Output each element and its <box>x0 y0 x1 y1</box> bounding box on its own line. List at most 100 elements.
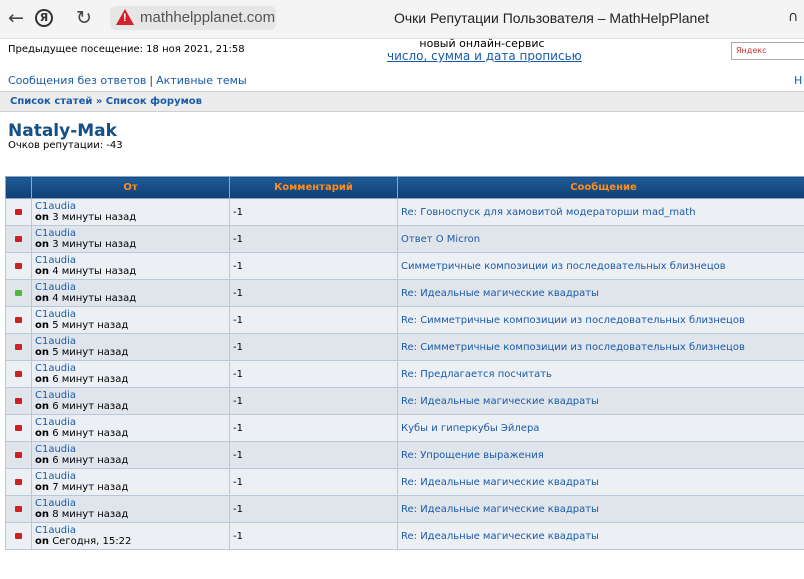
table-row: C1audia on 7 минут назад -1 Re: Идеальные м… <box>5 468 804 496</box>
negative-vote-icon <box>15 478 22 485</box>
breadcrumb-bar: Список статей » Список форумов <box>0 91 804 112</box>
from-cell: C1audia on Сегодня, 15:22 <box>31 522 230 550</box>
message-link[interactable]: Ответ O Micron <box>401 234 480 245</box>
negative-vote-icon <box>15 424 22 431</box>
from-user-link[interactable]: C1audia <box>35 390 226 401</box>
from-cell: C1audia on 5 минут назад <box>31 306 230 334</box>
table-row: C1audia on 5 минут назад -1 Re: Симметричны… <box>5 306 804 334</box>
right-edge-link[interactable]: Н <box>794 74 802 87</box>
address-url[interactable]: mathhelpplanet.com <box>140 9 275 26</box>
message-link[interactable]: Re: Симметричные композиции из последова… <box>401 315 745 326</box>
message-cell: Re: Идеальные магические квадраты <box>397 468 804 496</box>
headphones-icon[interactable]: ∩ <box>788 9 798 25</box>
comment-cell: -1 <box>229 414 398 442</box>
comment-cell: -1 <box>229 495 398 523</box>
message-link[interactable]: Re: Упрощение выражения <box>401 450 544 461</box>
comment-cell: -1 <box>229 279 398 307</box>
from-user-link[interactable]: C1audia <box>35 282 226 293</box>
message-cell: Re: Идеальные магические квадраты <box>397 495 804 523</box>
from-user-link[interactable]: C1audia <box>35 525 226 536</box>
unanswered-posts-link[interactable]: Сообщения без ответов <box>8 74 146 87</box>
negative-vote-icon <box>15 208 22 215</box>
warning-icon[interactable]: ! <box>116 9 134 25</box>
breadcrumb[interactable]: Список статей » Список форумов <box>10 96 202 107</box>
from-user-link[interactable]: C1audia <box>35 444 226 455</box>
message-link[interactable]: Кубы и гиперкубы Эйлера <box>401 423 539 434</box>
negative-vote-icon <box>15 451 22 458</box>
back-arrow-icon[interactable]: ← <box>8 8 24 28</box>
table-row: C1audia on 4 минуты назад -1 Re: Идеальные … <box>5 279 804 307</box>
from-user-link[interactable]: C1audia <box>35 417 226 428</box>
vote-time: on 8 минут назад <box>35 508 129 520</box>
status-cell <box>5 414 32 442</box>
from-cell: C1audia on 4 минуты назад <box>31 279 230 307</box>
from-cell: C1audia on 6 минут назад <box>31 387 230 415</box>
comment-cell: -1 <box>229 225 398 253</box>
negative-vote-icon <box>15 505 22 512</box>
ad-link[interactable]: число, сумма и дата прописью <box>387 49 582 63</box>
status-cell <box>5 333 32 361</box>
negative-vote-icon <box>15 397 22 404</box>
reputation-points: Очков репутации: -43 <box>8 140 123 151</box>
vote-time: on 5 минут назад <box>35 319 129 331</box>
message-cell: Re: Идеальные магические квадраты <box>397 387 804 415</box>
message-cell: Re: Упрощение выражения <box>397 441 804 469</box>
message-link[interactable]: Re: Идеальные магические квадраты <box>401 396 599 407</box>
message-cell: Re: Говноспуск для хамовитой модераторши… <box>397 198 804 226</box>
from-user-link[interactable]: C1audia <box>35 363 226 374</box>
from-cell: C1audia on 6 минут назад <box>31 360 230 388</box>
vote-time: on 4 минуты назад <box>35 292 137 304</box>
message-link[interactable]: Симметричные композиции из последователь… <box>401 261 726 272</box>
comment-cell: -1 <box>229 306 398 334</box>
reload-icon[interactable]: ↻ <box>76 8 92 28</box>
vote-time: on 6 минут назад <box>35 373 129 385</box>
profile-username[interactable]: Nataly-Mak <box>8 121 117 141</box>
table-row: C1audia on 6 минут назад -1 Re: Предлагаетс… <box>5 360 804 388</box>
negative-vote-icon <box>15 343 22 350</box>
from-user-link[interactable]: C1audia <box>35 255 226 266</box>
status-cell <box>5 306 32 334</box>
message-link[interactable]: Re: Идеальные магические квадраты <box>401 531 599 542</box>
message-link[interactable]: Re: Идеальные магические квадраты <box>401 288 599 299</box>
table-row: C1audia on 3 минуты назад -1 Re: Говноспуск… <box>5 198 804 226</box>
comment-cell: -1 <box>229 441 398 469</box>
comment-cell: -1 <box>229 522 398 550</box>
from-cell: C1audia on 3 минуты назад <box>31 198 230 226</box>
from-user-link[interactable]: C1audia <box>35 201 226 212</box>
status-cell <box>5 198 32 226</box>
last-visit-text: Предыдущее посещение: 18 ноя 2021, 21:58 <box>8 44 245 55</box>
from-cell: C1audia on 6 минут назад <box>31 414 230 442</box>
message-link[interactable]: Re: Предлагается посчитать <box>401 369 552 380</box>
status-cell <box>5 468 32 496</box>
status-cell <box>5 279 32 307</box>
from-user-link[interactable]: C1audia <box>35 228 226 239</box>
from-user-link[interactable]: C1audia <box>35 498 226 509</box>
negative-vote-icon <box>15 532 22 539</box>
vote-time: on 5 минут назад <box>35 346 129 358</box>
message-cell: Re: Предлагается посчитать <box>397 360 804 388</box>
active-topics-link[interactable]: Активные темы <box>156 74 247 87</box>
header-from: От <box>31 176 230 199</box>
status-cell <box>5 441 32 469</box>
message-link[interactable]: Re: Идеальные магические квадраты <box>401 504 599 515</box>
vote-time: on Сегодня, 15:22 <box>35 535 132 547</box>
message-cell: Re: Симметричные композиции из последова… <box>397 333 804 361</box>
comment-cell: -1 <box>229 198 398 226</box>
quick-links: Сообщения без ответов | Активные темы <box>8 74 247 87</box>
from-user-link[interactable]: C1audia <box>35 336 226 347</box>
negative-vote-icon <box>15 262 22 269</box>
yandex-icon[interactable]: Я <box>35 9 53 27</box>
search-input[interactable]: Яндекс <box>731 42 804 60</box>
message-cell: Ответ O Micron <box>397 225 804 253</box>
message-link[interactable]: Re: Говноспуск для хамовитой модераторши… <box>401 207 696 218</box>
from-user-link[interactable]: C1audia <box>35 471 226 482</box>
table-row: C1audia on 5 минут назад -1 Re: Симметричны… <box>5 333 804 361</box>
from-user-link[interactable]: C1audia <box>35 309 226 320</box>
message-cell: Симметричные композиции из последователь… <box>397 252 804 280</box>
message-link[interactable]: Re: Симметричные композиции из последова… <box>401 342 745 353</box>
comment-cell: -1 <box>229 387 398 415</box>
table-row: C1audia on 6 минут назад -1 Кубы и гиперкуб… <box>5 414 804 442</box>
message-link[interactable]: Re: Идеальные магические квадраты <box>401 477 599 488</box>
from-cell: C1audia on 7 минут назад <box>31 468 230 496</box>
header-status <box>5 176 32 199</box>
